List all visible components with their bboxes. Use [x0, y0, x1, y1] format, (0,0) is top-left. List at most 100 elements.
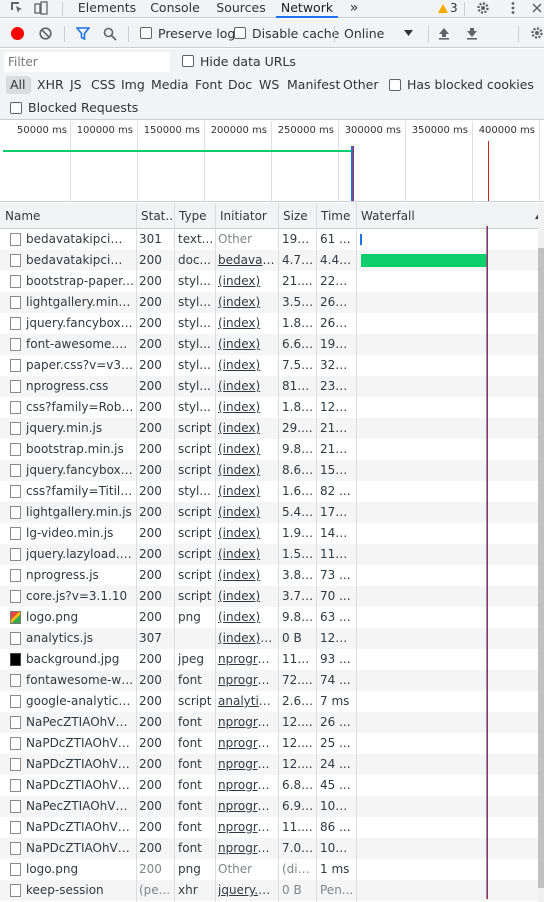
request-initiator[interactable]: nprogre...: [218, 733, 276, 754]
filter-type-ws[interactable]: WS: [259, 76, 279, 94]
settings-gear-icon[interactable]: [476, 1, 490, 15]
request-row[interactable]: core.js?v=3.1.10 200 script (index) 3.7 ... 7…: [0, 586, 538, 607]
request-initiator[interactable]: (index): [218, 481, 276, 502]
request-row[interactable]: lg-video.min.js 200 script (index) 1.9 ... 14…: [0, 523, 538, 544]
request-initiator[interactable]: (index): [218, 544, 276, 565]
column-header-waterfall[interactable]: Waterfall: [356, 203, 544, 229]
request-row[interactable]: jquery.lazyload.mi... 200 script (index) 1.5…: [0, 544, 538, 565]
request-row[interactable]: css?family=Robot... 200 styl... (index) 1.8 …: [0, 397, 538, 418]
filter-type-media[interactable]: Media: [151, 76, 189, 94]
filter-type-manifest[interactable]: Manifest: [287, 76, 340, 94]
request-initiator[interactable]: (index):1...: [218, 628, 276, 649]
request-row[interactable]: background.jpg 200 jpeg nprogre... 111... 93 …: [0, 649, 538, 670]
column-header-name[interactable]: Name: [0, 203, 136, 229]
inspect-element-icon[interactable]: [10, 1, 24, 15]
column-header-time[interactable]: Time: [316, 203, 356, 229]
request-row[interactable]: NaPecZTIAOhVxo... 200 font nprogre... 12....…: [0, 712, 538, 733]
request-initiator[interactable]: jquery.m...: [218, 880, 276, 901]
request-row[interactable]: NaPecZTIAOhVxo... 200 font nprogre... 6.9 ..…: [0, 796, 538, 817]
request-initiator[interactable]: (index): [218, 418, 276, 439]
request-initiator[interactable]: analytics...: [218, 691, 276, 712]
request-row[interactable]: css?family=Titilliu... 200 styl... (index) 1…: [0, 481, 538, 502]
request-initiator[interactable]: (index): [218, 397, 276, 418]
request-row[interactable]: font-awesome.mi... 200 styl... (index) 6.6 .…: [0, 334, 538, 355]
filter-type-js[interactable]: JS: [70, 76, 82, 94]
request-row[interactable]: lightgallery.min.css 200 styl... (index) 3.5…: [0, 292, 538, 313]
filter-type-font[interactable]: Font: [195, 76, 222, 94]
tab-sources[interactable]: Sources: [212, 0, 270, 18]
request-row[interactable]: NaPDcZTIAOhVx... 200 font nprogre... 6.8 ...…: [0, 775, 538, 796]
hide-data-urls-checkbox[interactable]: [182, 55, 194, 67]
request-initiator[interactable]: nprogre...: [218, 712, 276, 733]
request-row[interactable]: logo.png 200 png (index) 9.8 ... 63 ...: [0, 607, 538, 628]
tab-console[interactable]: Console: [146, 0, 204, 18]
column-header-initiator[interactable]: Initiator: [215, 203, 278, 229]
request-row[interactable]: NaPDcZTIAOhVx... 200 font nprogre... 12.... 2…: [0, 754, 538, 775]
request-initiator[interactable]: nprogre...: [218, 838, 276, 859]
request-initiator[interactable]: nprogre...: [218, 775, 276, 796]
request-row[interactable]: jquery.min.js 200 script (index) 29.... 218..…: [0, 418, 538, 439]
disable-cache-checkbox[interactable]: [234, 27, 246, 39]
request-initiator[interactable]: nprogre...: [218, 817, 276, 838]
warnings-counter[interactable]: 3: [438, 0, 458, 16]
throttling-select[interactable]: Online: [342, 24, 420, 44]
request-row[interactable]: nprogress.js 200 script (index) 3.8 ... 73 ..…: [0, 565, 538, 586]
waterfall-bar[interactable]: [360, 234, 362, 245]
request-row[interactable]: fontawesome-we... 200 font nprogre... 72....…: [0, 670, 538, 691]
filter-type-img[interactable]: Img: [121, 76, 145, 94]
filter-type-css[interactable]: CSS: [91, 76, 116, 94]
request-initiator[interactable]: nprogre...: [218, 796, 276, 817]
import-har-upload-icon[interactable]: [438, 27, 450, 40]
more-options-kebab-icon[interactable]: [506, 1, 520, 15]
close-icon[interactable]: [530, 1, 544, 15]
request-row[interactable]: google-analytics_... 200 script analytics..…: [0, 691, 538, 712]
request-row[interactable]: keep-session (pe... xhr jquery.m... 0 B Pen..…: [0, 880, 538, 901]
request-row[interactable]: bootstrap-paper.... 200 styl... (index) 21..…: [0, 271, 538, 292]
request-row[interactable]: logo.png 200 png Other (dis... 1 ms: [0, 859, 538, 880]
waterfall-bar[interactable]: [361, 254, 487, 267]
more-tabs-button[interactable]: »: [346, 0, 362, 18]
request-row[interactable]: jquery.fancybox.p... 200 script (index) 8.6 …: [0, 460, 538, 481]
request-row[interactable]: NaPDcZTIAOhVx... 200 font nprogre... 11.... 8…: [0, 817, 538, 838]
request-initiator[interactable]: (index): [218, 334, 276, 355]
filter-type-all[interactable]: All: [6, 76, 30, 94]
request-initiator[interactable]: nprogre...: [218, 754, 276, 775]
filter-type-xhr[interactable]: XHR: [37, 76, 64, 94]
record-icon[interactable]: [11, 27, 24, 40]
request-row[interactable]: NaPDcZTIAOhVx... 200 font nprogre... 7.0 ...…: [0, 838, 538, 859]
tab-network[interactable]: Network: [276, 0, 338, 18]
request-row[interactable]: analytics.js 307 (index):1... 0 B 123...: [0, 628, 538, 649]
request-row[interactable]: lightgallery.min.js 200 script (index) 5.4 .…: [0, 502, 538, 523]
request-initiator[interactable]: (index): [218, 586, 276, 607]
preserve-log-checkbox[interactable]: [140, 27, 152, 39]
request-initiator[interactable]: (index): [218, 460, 276, 481]
request-initiator[interactable]: (index): [218, 607, 276, 628]
request-initiator[interactable]: (index): [218, 523, 276, 544]
export-har-download-icon[interactable]: [466, 27, 478, 40]
search-icon[interactable]: [103, 27, 117, 41]
request-row[interactable]: paper.css?v=v3.1.0 200 styl... (index) 7.5 .…: [0, 355, 538, 376]
network-settings-gear-icon[interactable]: [530, 26, 544, 40]
filter-input[interactable]: [4, 52, 170, 72]
timeline-overview[interactable]: 50000 ms 100000 ms 150000 ms 200000 ms 2…: [0, 121, 544, 202]
request-row[interactable]: jquery.fancybox.c... 200 styl... (index) 1.8…: [0, 313, 538, 334]
device-toolbar-icon[interactable]: [34, 1, 48, 15]
blocked-requests-checkbox[interactable]: [10, 102, 22, 114]
column-header-type[interactable]: Type: [174, 203, 215, 229]
request-initiator[interactable]: (index): [218, 313, 276, 334]
filter-type-other[interactable]: Other: [343, 76, 379, 94]
filter-funnel-icon[interactable]: [76, 27, 90, 40]
tab-elements[interactable]: Elements: [76, 0, 138, 18]
request-initiator[interactable]: (index): [218, 565, 276, 586]
request-row[interactable]: bedavatakipcim.c... 301 text... Other 199 B 6…: [0, 229, 538, 250]
filter-type-doc[interactable]: Doc: [228, 76, 252, 94]
request-initiator[interactable]: (index): [218, 292, 276, 313]
request-row[interactable]: nprogress.css 200 styl... (index) 810 B 238..…: [0, 376, 538, 397]
request-initiator[interactable]: (index): [218, 355, 276, 376]
scrollbar-thumb[interactable]: [538, 248, 544, 888]
request-row[interactable]: bootstrap.min.js 200 script (index) 9.8 ... 2…: [0, 439, 538, 460]
request-initiator[interactable]: bedavat...: [218, 250, 276, 271]
column-header-status[interactable]: Stat...: [136, 203, 174, 229]
has-blocked-cookies-checkbox[interactable]: [389, 79, 401, 91]
column-header-size[interactable]: Size: [278, 203, 316, 229]
